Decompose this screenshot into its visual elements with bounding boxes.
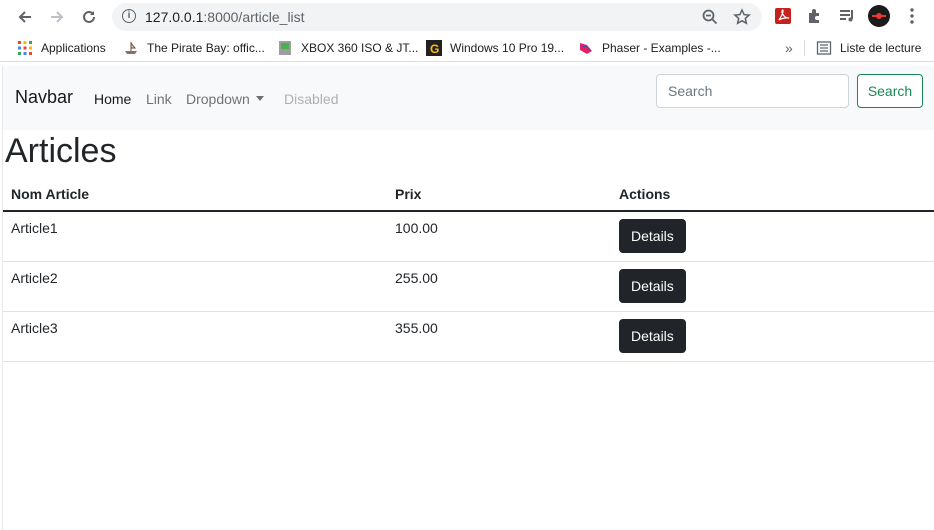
navbar-brand[interactable]: Navbar [15,87,73,108]
article-price: 255.00 [387,261,611,312]
article-actions: Details [611,311,934,362]
apps-grid-icon [17,40,33,56]
nav-link-link[interactable]: Link [146,91,172,107]
bookmark-label: XBOX 360 ISO & JT... [301,41,419,55]
bookmarks-bar: Applications The Pirate Bay: offic... XB… [0,34,934,62]
bookmark-label: The Pirate Bay: offic... [147,41,265,55]
media-playlist-icon[interactable] [837,6,857,26]
forward-icon[interactable] [45,5,69,29]
bookmark-xbox[interactable]: XBOX 360 ISO & JT... [277,39,418,57]
details-button[interactable]: Details [619,269,686,303]
reload-icon[interactable] [77,5,101,29]
page-viewport: Navbar Home Link Dropdown Disabled Searc… [2,66,934,530]
browser-menu-icon[interactable] [902,6,922,26]
table-row: Article1 100.00 Details [3,211,934,262]
nav-link-disabled: Disabled [284,91,339,107]
article-actions: Details [611,261,934,312]
bookmarks-divider [804,40,805,56]
address-bar[interactable]: i 127.0.0.1:8000/article_list [112,3,762,31]
column-header-actions: Actions [611,178,934,212]
column-header-price: Prix [387,178,611,212]
extensions-puzzle-icon[interactable] [805,6,825,26]
article-name: Article3 [3,311,387,362]
article-price: 100.00 [387,211,611,262]
zoom-icon[interactable] [701,8,719,26]
search-button[interactable]: Search [857,74,923,108]
bookmark-piratebay[interactable]: The Pirate Bay: offic... [123,39,265,57]
site-navbar: Navbar Home Link Dropdown Disabled Searc… [3,66,934,130]
nav-dropdown-label: Dropdown [186,91,250,107]
bookmark-phaser[interactable]: Phaser - Examples -... [578,39,721,57]
article-name: Article1 [3,211,387,262]
article-actions: Details [611,211,934,262]
bookmarks-overflow-chevron[interactable]: » [785,39,793,57]
svg-text:G: G [430,42,439,56]
table-row: Article2 255.00 Details [3,261,934,312]
pirate-ship-icon [123,40,139,56]
bookmark-label: Windows 10 Pro 19... [450,41,565,55]
back-icon[interactable] [13,5,37,29]
article-price: 355.00 [387,311,611,362]
bookmark-star-icon[interactable] [733,8,751,26]
nav-link-home[interactable]: Home [94,91,131,107]
search-input[interactable]: Search [656,74,849,108]
bookmark-windows[interactable]: G Windows 10 Pro 19... [426,39,564,57]
details-button[interactable]: Details [619,319,686,353]
bookmark-applications[interactable]: Applications [17,39,106,57]
reading-list[interactable]: Liste de lecture [816,39,921,57]
reading-list-icon [816,40,832,56]
browser-toolbar: i 127.0.0.1:8000/article_list [0,0,934,34]
bookmark-label: Phaser - Examples -... [602,41,721,55]
g-site-icon: G [426,40,442,56]
site-info-icon[interactable]: i [122,9,136,23]
table-row: Article3 355.00 Details [3,311,934,362]
column-header-name: Nom Article [3,178,387,212]
profile-avatar[interactable] [868,5,890,27]
articles-table: Nom Article Prix Actions Article1 100.00… [3,178,934,362]
reading-list-label: Liste de lecture [840,41,922,55]
nav-dropdown[interactable]: Dropdown [186,91,264,107]
xbox-site-icon [277,40,293,56]
url-path: :8000/article_list [203,9,305,25]
table-header-row: Nom Article Prix Actions [3,178,934,212]
article-name: Article2 [3,261,387,312]
bookmark-label: Applications [41,41,106,55]
pdf-extension-icon[interactable] [773,6,793,26]
details-button[interactable]: Details [619,219,686,253]
caret-down-icon [255,96,264,101]
phaser-icon [578,40,594,56]
page-title: Articles [5,132,117,170]
url-host: 127.0.0.1 [145,9,204,25]
